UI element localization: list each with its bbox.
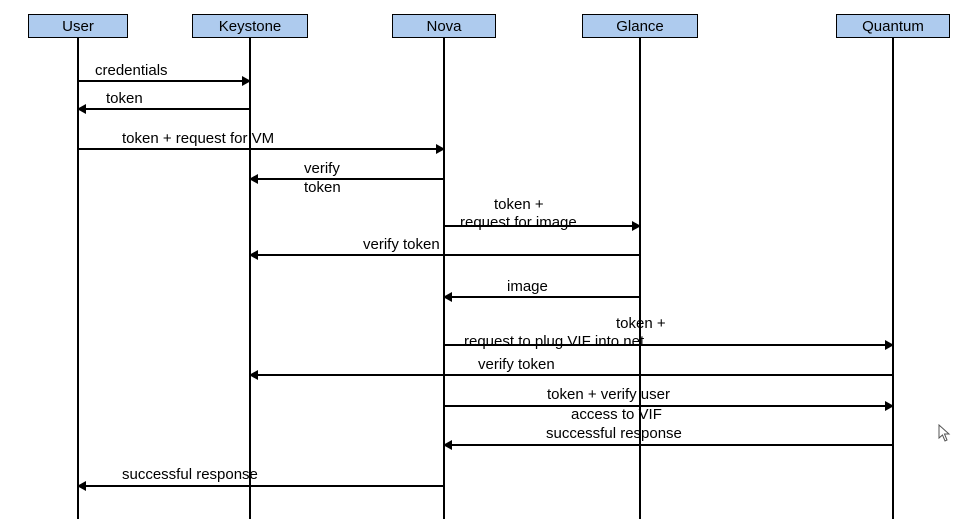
msg-token-plug-vif-a-label: token +	[616, 315, 666, 332]
participant-quantum: Quantum	[836, 14, 950, 38]
lifeline-keystone	[249, 38, 251, 519]
msg-image-return-line	[444, 296, 640, 298]
msg-verify-token-3-line	[250, 374, 893, 376]
lifeline-glance	[639, 38, 641, 519]
msg-verify-token-1-line	[250, 178, 444, 180]
msg-token-return-label: token	[106, 90, 143, 107]
participant-glance: Glance	[582, 14, 698, 38]
msg-verify-token-1b-label: token	[304, 179, 341, 196]
msg-image-return-label: image	[507, 278, 548, 295]
sequence-diagram: User Keystone Nova Glance Quantum creden…	[0, 0, 978, 527]
participant-keystone: Keystone	[192, 14, 308, 38]
msg-success-2-label: successful response	[122, 466, 258, 483]
msg-token-return-line	[78, 108, 250, 110]
msg-token-request-vm-label: token + request for VM	[122, 130, 274, 147]
msg-verify-token-3-label: verify token	[478, 356, 555, 373]
lifeline-quantum	[892, 38, 894, 519]
msg-token-request-vm-line	[78, 148, 444, 150]
msg-success-1-label: successful response	[546, 425, 682, 442]
msg-verify-token-2-line	[250, 254, 640, 256]
msg-verify-token-2-label: verify token	[363, 236, 440, 253]
msg-credentials-label: credentials	[95, 62, 168, 79]
cursor-icon	[938, 424, 952, 442]
msg-token-verify-user-line	[444, 405, 893, 407]
msg-token-request-image-b-label: request for image	[460, 214, 577, 231]
msg-success-2-line	[78, 485, 444, 487]
msg-token-plug-vif-b-label: request to plug VIF into net	[464, 333, 644, 350]
participant-user: User	[28, 14, 128, 38]
msg-token-request-image-a-label: token +	[494, 196, 544, 213]
msg-verify-token-1-label: verify	[304, 160, 340, 177]
msg-credentials-line	[78, 80, 250, 82]
msg-token-verify-user-label: token + verify user	[547, 386, 670, 403]
msg-success-1-line	[444, 444, 893, 446]
participant-nova: Nova	[392, 14, 496, 38]
msg-access-vif-label: access to VIF	[571, 406, 662, 423]
